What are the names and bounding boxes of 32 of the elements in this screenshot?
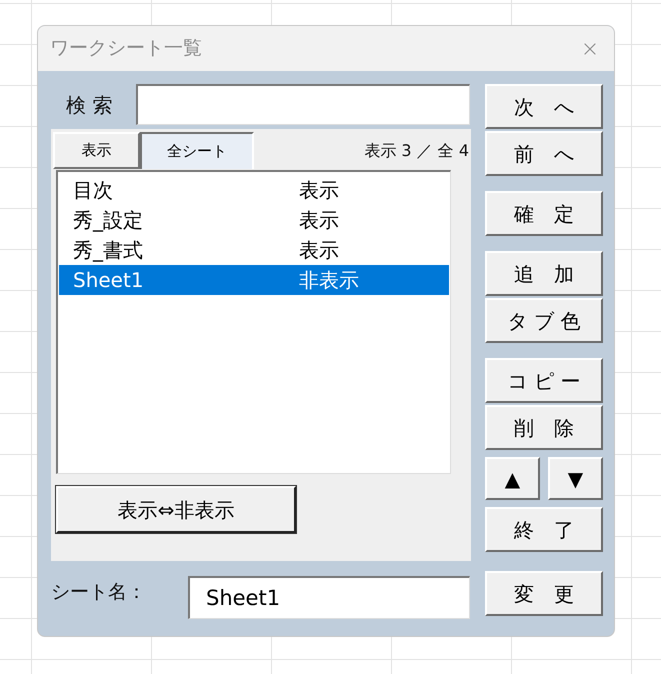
sheet-status: 非表示 <box>299 267 359 294</box>
sheet-status: 表示 <box>299 207 339 234</box>
window-title: ワークシート一覧 <box>50 36 202 62</box>
sheet-name: 秀_書式 <box>72 237 144 264</box>
sheet-name-label: シート名： <box>51 580 147 606</box>
action-button[interactable]: 終 了 <box>485 507 603 552</box>
action-button[interactable]: 削 除 <box>485 405 603 450</box>
search-label: 検 索 <box>65 92 114 118</box>
arrow-button[interactable]: ▼ <box>548 457 603 500</box>
sheet-name-field[interactable]: Sheet1 <box>188 576 470 619</box>
sheet-name: Sheet1 <box>72 267 145 294</box>
action-button[interactable]: 追 加 <box>485 251 603 296</box>
list-row[interactable]: 秀_設定 表示 <box>59 205 449 235</box>
sheet-status: 表示 <box>299 237 339 264</box>
tab[interactable]: 表示 <box>53 132 140 169</box>
list-row[interactable]: Sheet1 非表示 <box>59 265 449 295</box>
tab[interactable]: 全シート <box>140 132 254 169</box>
search-field[interactable] <box>136 84 470 125</box>
action-button[interactable]: コ ピ ー <box>485 358 603 403</box>
action-button[interactable]: 確 定 <box>485 191 603 236</box>
list-row[interactable]: 目次 表示 <box>59 175 449 205</box>
sheet-name: 目次 <box>72 177 114 204</box>
sheet-status: 表示 <box>299 177 339 204</box>
arrow-button[interactable]: ▲ <box>485 457 540 500</box>
sheet-name: 秀_設定 <box>72 207 144 234</box>
list-row[interactable]: 秀_書式 表示 <box>59 235 449 265</box>
action-button[interactable]: 次 へ <box>485 84 603 129</box>
action-button[interactable]: 前 へ <box>485 131 603 176</box>
count-label: 表示 3 ／ 全 4 <box>364 140 470 162</box>
toggle-visibility-button[interactable]: 表示⇔非表示 <box>56 486 296 533</box>
action-button[interactable]: タ ブ 色 <box>485 298 603 343</box>
action-button[interactable]: 変 更 <box>485 571 603 616</box>
